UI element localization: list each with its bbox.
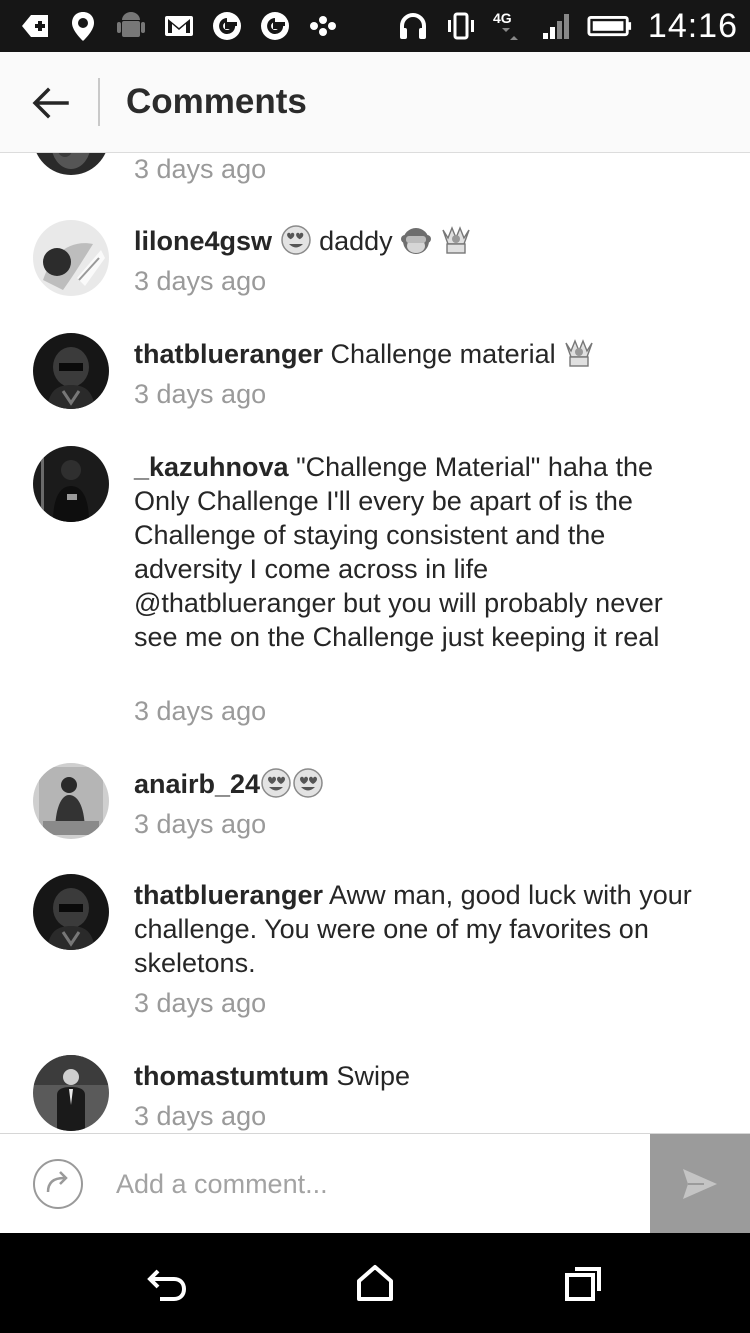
- comment-username[interactable]: lilone4gsw: [134, 226, 272, 256]
- comment-item: thatblueranger Aww man, good luck with y…: [0, 874, 750, 1034]
- comment-body: thomastumtum Swipe: [134, 1059, 694, 1093]
- location-icon: [64, 7, 102, 45]
- see-no-evil-monkey-emoji-icon: [400, 224, 432, 256]
- send-icon: [683, 1169, 717, 1199]
- signal-icon: [538, 7, 576, 45]
- avatar[interactable]: [33, 446, 109, 522]
- comment-item: thatblueranger Challenge material 3 days…: [0, 331, 750, 431]
- nav-home-icon: [357, 1265, 393, 1301]
- comment-composer: [0, 1133, 750, 1234]
- battery-icon: [586, 7, 634, 45]
- heart-eyes-emoji-icon: [260, 767, 292, 799]
- comment-username[interactable]: anairb_24: [134, 769, 260, 799]
- vibrate-icon: [442, 7, 480, 45]
- raised-hands-emoji-icon: [563, 337, 595, 369]
- google-icon: [208, 7, 246, 45]
- android-icon: [112, 7, 150, 45]
- comment-text: "Challenge Material" haha the Only Chall…: [134, 452, 663, 652]
- nav-home-button[interactable]: [351, 1261, 399, 1305]
- status-notifications: [16, 6, 342, 46]
- comment-item: anairb_24 3 days ago: [0, 761, 750, 861]
- comment-item: thomastumtum Swipe 3 days ago: [0, 1055, 750, 1133]
- comments-list[interactable]: 3 days ago lilone4gsw daddy 3 days ago t: [0, 153, 750, 1133]
- comment-body: thatblueranger Challenge material: [134, 337, 694, 371]
- comment-text: daddy: [319, 226, 393, 256]
- comment-timestamp: 3 days ago: [134, 154, 267, 184]
- gmail-icon: [160, 7, 198, 45]
- network-4g-icon: 4G: [490, 7, 528, 45]
- send-button[interactable]: [650, 1134, 750, 1234]
- comment-username[interactable]: thomastumtum: [134, 1061, 329, 1091]
- comment-username[interactable]: thatblueranger: [134, 880, 323, 910]
- comment-body: lilone4gsw daddy: [134, 224, 694, 258]
- back-button[interactable]: [24, 80, 76, 126]
- add-icon: [16, 7, 54, 45]
- arrow-left-icon: [32, 87, 69, 119]
- comment-item: 3 days ago: [0, 153, 750, 193]
- status-bar: 4G 14:16: [0, 0, 750, 52]
- avatar[interactable]: [33, 874, 109, 950]
- nav-back-icon: [147, 1269, 187, 1301]
- raised-hands-emoji-icon: [440, 224, 472, 256]
- comment-timestamp: 3 days ago: [134, 696, 267, 726]
- avatar[interactable]: [33, 333, 109, 409]
- comment-username[interactable]: thatblueranger: [134, 339, 323, 369]
- network-label: 4G: [493, 10, 512, 26]
- avatar[interactable]: [33, 1055, 109, 1131]
- google-icon: [256, 7, 294, 45]
- comment-username[interactable]: _kazuhnova: [134, 452, 289, 482]
- comment-timestamp: 3 days ago: [134, 988, 267, 1018]
- comment-timestamp: 3 days ago: [134, 379, 267, 409]
- avatar[interactable]: [33, 220, 109, 296]
- heart-eyes-emoji-icon: [280, 224, 312, 256]
- avatar[interactable]: [33, 153, 109, 175]
- comment-body: thatblueranger Aww man, good luck with y…: [134, 878, 694, 980]
- nav-recents-icon: [565, 1267, 601, 1301]
- comment-body: _kazuhnova "Challenge Material" haha the…: [134, 450, 694, 654]
- heart-eyes-emoji-icon: [292, 767, 324, 799]
- comment-body: anairb_24: [134, 767, 694, 801]
- navigation-bar: [0, 1233, 750, 1333]
- comment-text: Swipe: [336, 1061, 411, 1091]
- comment-timestamp: 3 days ago: [134, 1101, 267, 1131]
- comment-timestamp: 3 days ago: [134, 266, 267, 296]
- page-title: Comments: [126, 82, 307, 121]
- refresh-icon[interactable]: [32, 1158, 84, 1210]
- nav-recents-button[interactable]: [559, 1261, 607, 1305]
- comment-input[interactable]: [116, 1162, 636, 1206]
- avatar[interactable]: [33, 763, 109, 839]
- headphones-icon: [394, 7, 432, 45]
- status-system: 4G 14:16: [394, 6, 738, 46]
- comment-item: _kazuhnova "Challenge Material" haha the…: [0, 444, 750, 744]
- status-time: 14:16: [647, 6, 738, 45]
- dots-icon: [304, 7, 342, 45]
- app-header: Comments: [0, 52, 750, 153]
- comment-text: Challenge material: [330, 339, 556, 369]
- header-divider: [98, 78, 100, 126]
- nav-back-button[interactable]: [144, 1261, 192, 1305]
- comment-timestamp: 3 days ago: [134, 809, 267, 839]
- comment-item: lilone4gsw daddy 3 days ago: [0, 218, 750, 318]
